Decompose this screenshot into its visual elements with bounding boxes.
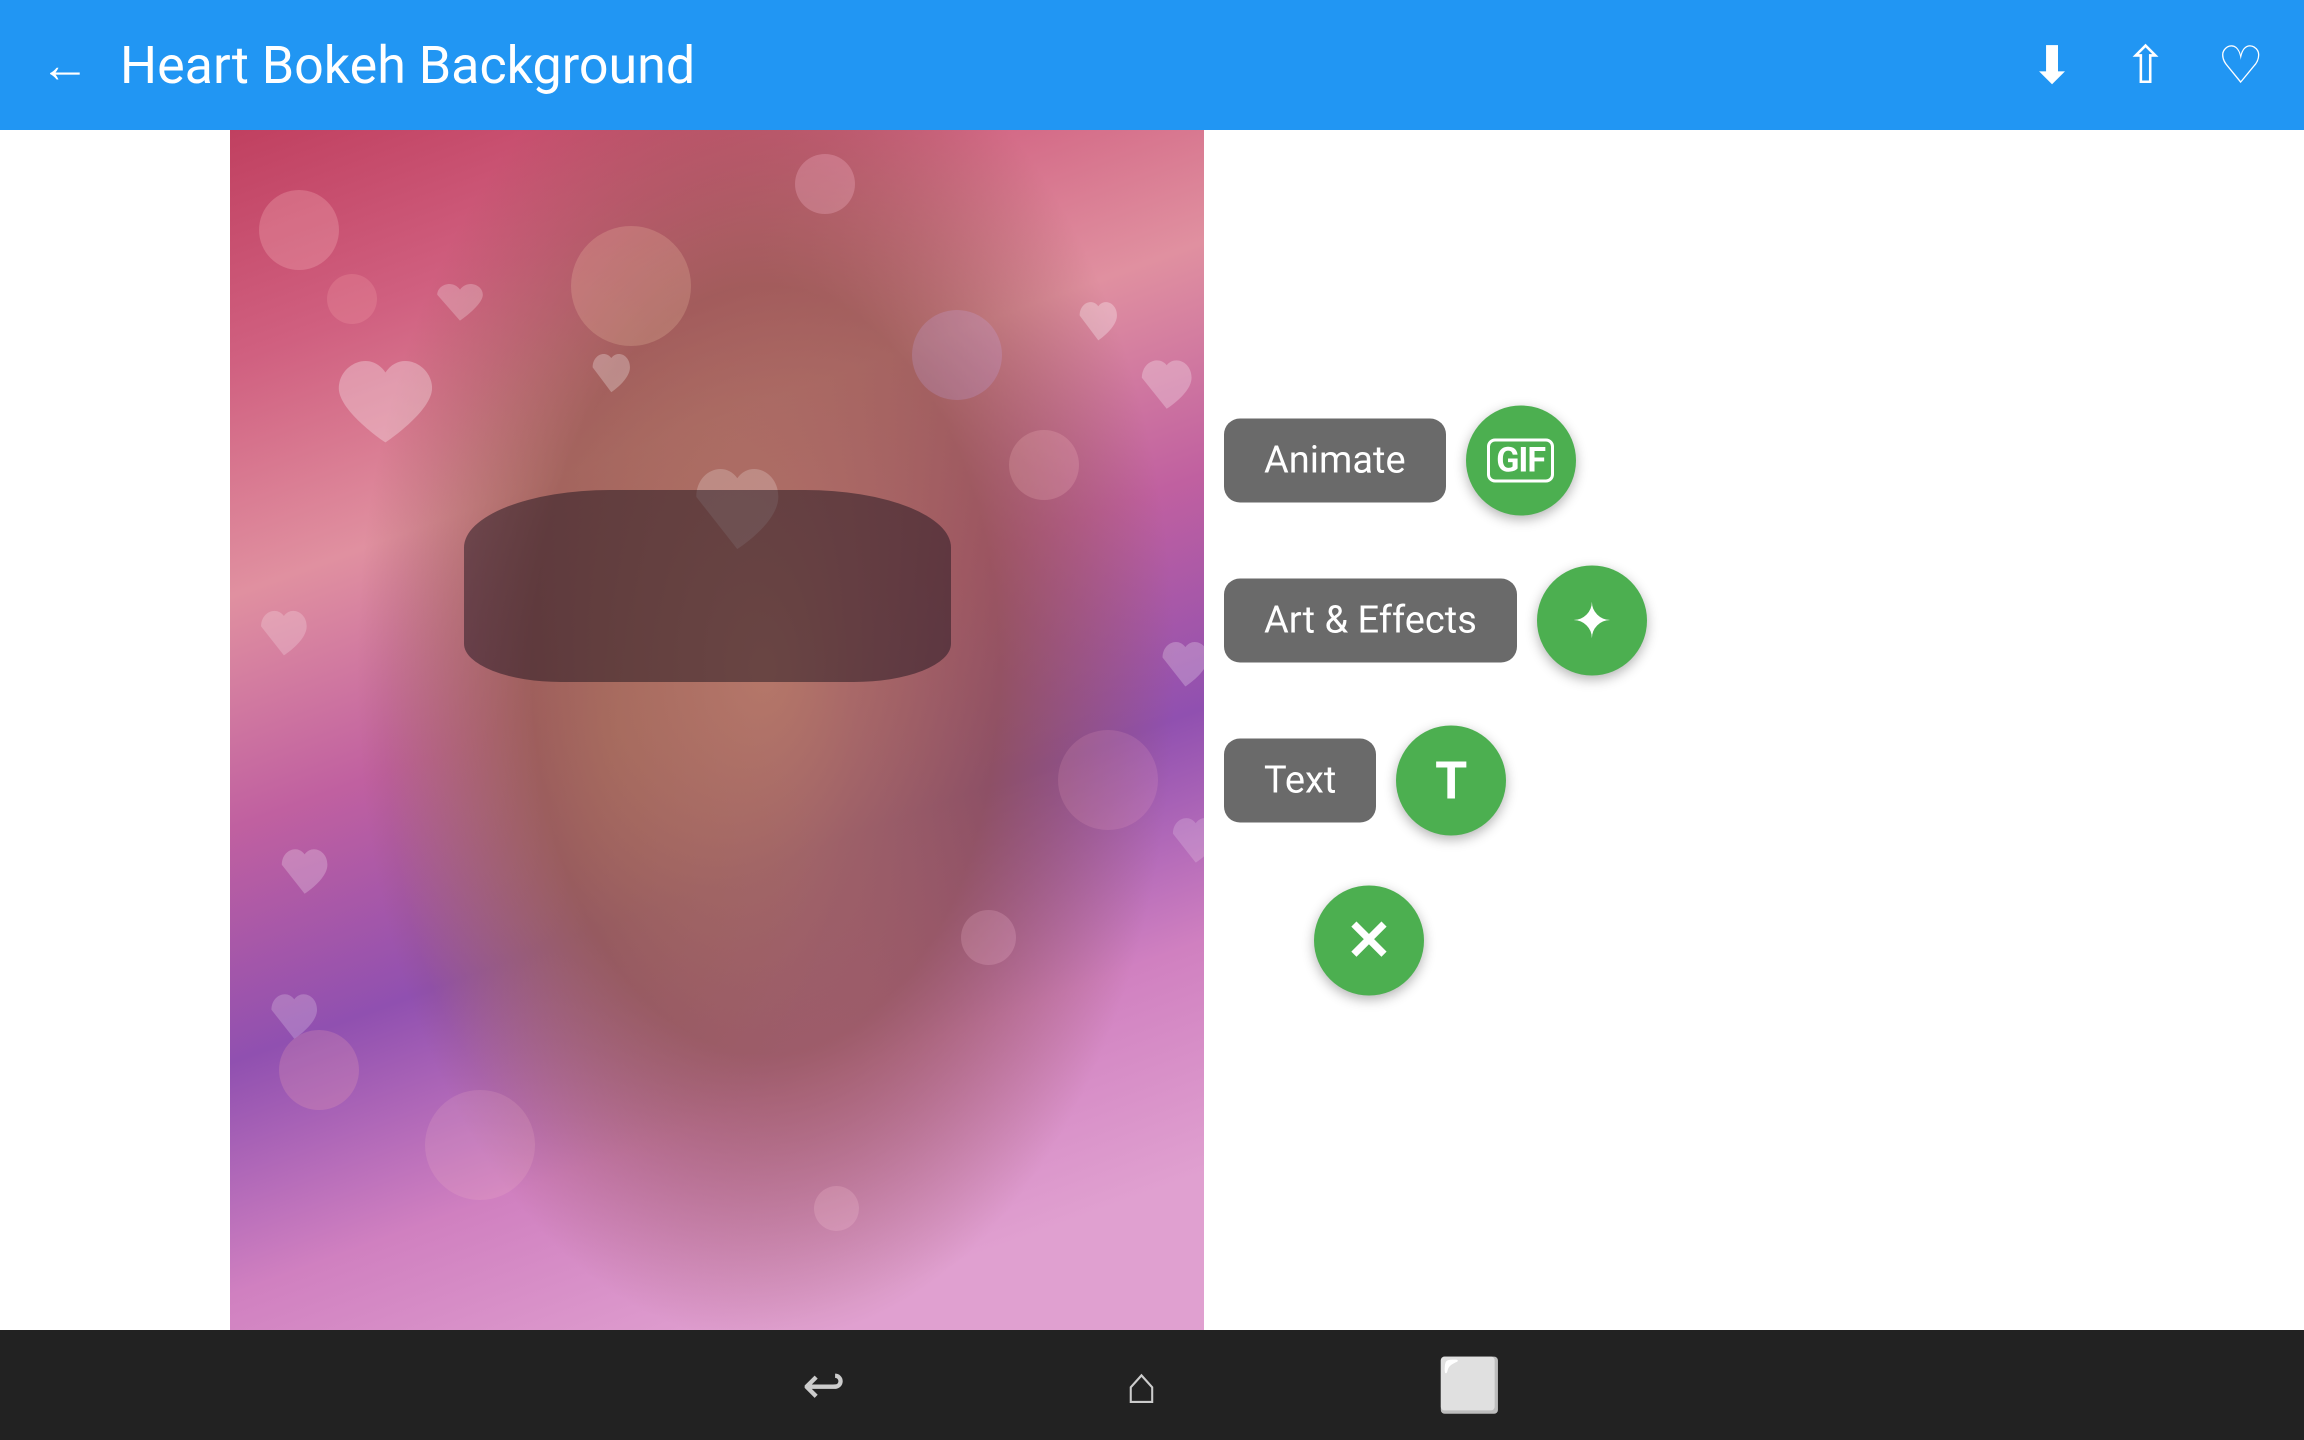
close-row: ✕ xyxy=(1314,886,1424,996)
share-icon[interactable]: ⇧ xyxy=(2124,35,2168,96)
animate-button[interactable]: GIF xyxy=(1466,406,1576,516)
left-space xyxy=(0,130,230,1330)
photo-background xyxy=(230,130,1204,1330)
text-row: Text T xyxy=(1224,726,1506,836)
right-space: Animate GIF Art & Effects ✦ Text T xyxy=(1204,130,2304,1330)
main-content: Animate GIF Art & Effects ✦ Text T xyxy=(0,130,2304,1330)
text-button[interactable]: T xyxy=(1396,726,1506,836)
favorite-icon[interactable]: ♡ xyxy=(2217,35,2264,96)
nav-home-icon[interactable]: ⌂ xyxy=(1126,1355,1157,1416)
animate-row: Animate GIF xyxy=(1224,406,1576,516)
nav-recent-icon[interactable]: ⬜ xyxy=(1437,1355,1502,1416)
gif-icon: GIF xyxy=(1487,439,1554,483)
text-icon: T xyxy=(1435,750,1467,811)
image-area xyxy=(230,130,1204,1330)
close-button[interactable]: ✕ xyxy=(1314,886,1424,996)
art-effects-row: Art & Effects ✦ xyxy=(1224,566,1647,676)
close-icon: ✕ xyxy=(1346,908,1393,974)
bottom-nav-bar: ↩ ⌂ ⬜ xyxy=(0,1330,2304,1440)
download-icon[interactable]: ⬇ xyxy=(2030,35,2074,96)
art-effects-label[interactable]: Art & Effects xyxy=(1224,579,1517,663)
text-label[interactable]: Text xyxy=(1224,739,1376,823)
back-button[interactable]: ← xyxy=(40,36,90,95)
wand-icon: ✦ xyxy=(1572,592,1612,649)
page-title: Heart Bokeh Background xyxy=(120,35,695,96)
top-bar: ← Heart Bokeh Background ⬇ ⇧ ♡ xyxy=(0,0,2304,130)
animate-label[interactable]: Animate xyxy=(1224,419,1446,503)
nav-back-icon[interactable]: ↩ xyxy=(802,1355,846,1416)
fab-menu: Animate GIF Art & Effects ✦ Text T xyxy=(1204,406,1647,996)
art-effects-button[interactable]: ✦ xyxy=(1537,566,1647,676)
